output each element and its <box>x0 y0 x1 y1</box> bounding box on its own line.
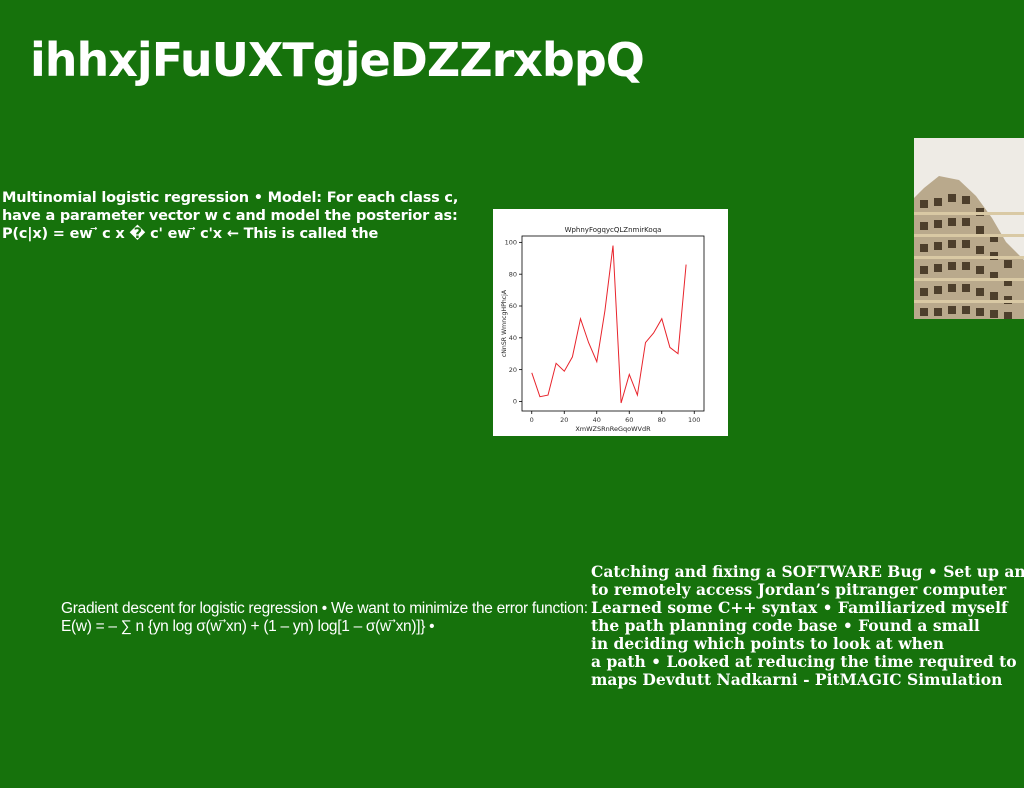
line-chart: 0 20 40 60 80 100 0 20 40 60 80 100 WphnyFogqycQLZnm… <box>493 209 728 436</box>
y-tick-label: 40 <box>509 334 517 342</box>
software-bug-line: to remotely access Jordan’s pitranger co… <box>591 580 1007 599</box>
software-bug-line: maps Devdutt Nadkarni - PitMAGIC Simulat… <box>591 670 1003 689</box>
chart-title: WphnyFogqycQLZnmirKoqa <box>565 226 662 234</box>
building-photo <box>914 138 1024 319</box>
logistic-regression-text: Multinomial logistic regression • Model:… <box>2 190 459 242</box>
software-bug-line: a path • Looked at reducing the time req… <box>591 652 1017 671</box>
gradient-descent-text: Gradient descent for logistic regression… <box>61 600 588 635</box>
y-tick-label: 100 <box>505 239 517 247</box>
y-axis-label: cNnSR WmncgHPhcjA <box>501 289 508 357</box>
y-tick-label: 80 <box>509 270 517 278</box>
x-tick-label: 0 <box>530 416 534 424</box>
x-tick-label: 60 <box>625 416 633 424</box>
software-bug-line: the path planning code base • Found a sm… <box>591 616 980 635</box>
y-tick-label: 20 <box>509 366 517 374</box>
x-tick-label: 20 <box>560 416 568 424</box>
software-bug-line: Catching and fixing a SOFTWARE Bug • Set… <box>591 563 1024 581</box>
software-bug-text: Catching and fixing a SOFTWARE Bug • Set… <box>591 563 1024 689</box>
line-chart-svg: 0 20 40 60 80 100 0 20 40 60 80 100 WphnyFogqycQLZnm… <box>501 226 705 433</box>
x-axis-label: XmWZSRnReGqoWVdR <box>575 425 651 433</box>
building-facade-photo <box>914 138 1024 319</box>
software-bug-line: Learned some C++ syntax • Familiarized m… <box>591 598 1008 617</box>
y-tick-label: 60 <box>509 302 517 310</box>
y-tick-label: 0 <box>513 398 517 406</box>
x-tick-label: 80 <box>658 416 666 424</box>
x-tick-label: 100 <box>688 416 700 424</box>
x-tick-label: 40 <box>593 416 601 424</box>
page-title: ihhxjFuUXTgjeDZZrxbpQ <box>30 33 645 87</box>
software-bug-line: in deciding which points to look at when <box>591 634 944 653</box>
plot-frame <box>521 235 705 412</box>
series-line <box>531 245 687 404</box>
